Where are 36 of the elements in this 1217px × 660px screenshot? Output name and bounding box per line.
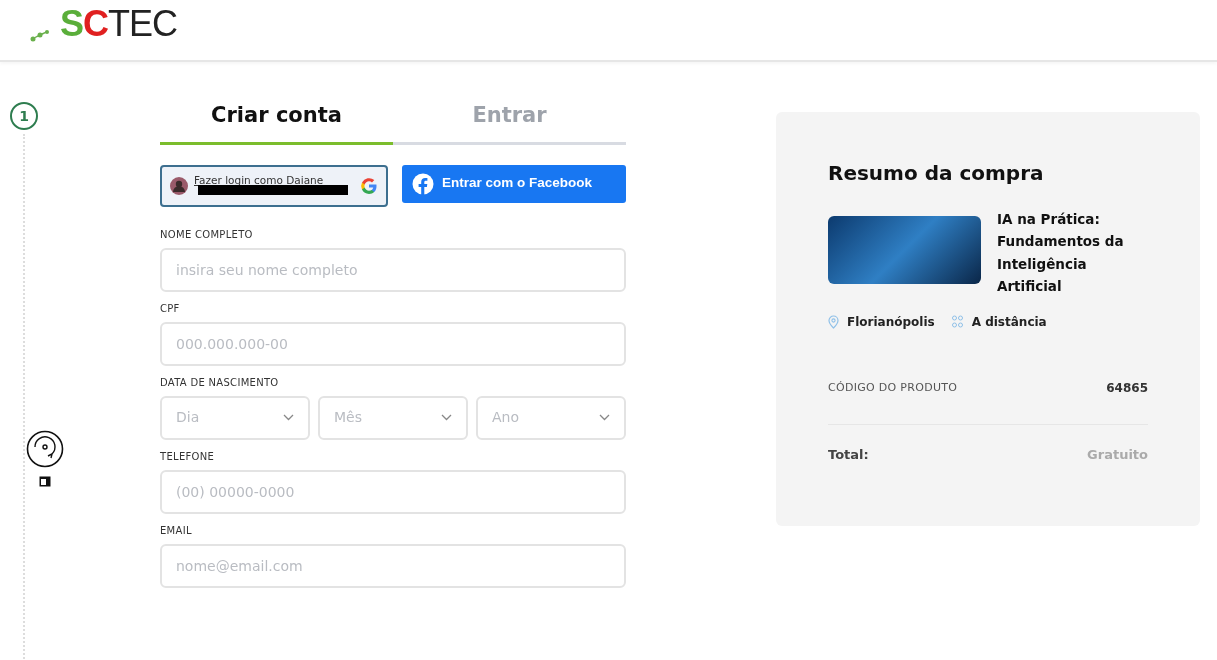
- window-icon[interactable]: [39, 476, 51, 487]
- input-field[interactable]: nome@email.com: [160, 543, 626, 588]
- dropdown[interactable]: Dia: [160, 395, 310, 440]
- rotate-icon[interactable]: [26, 430, 64, 468]
- field-label: DATA DE NASCIMENTO: [160, 375, 280, 390]
- input-field[interactable]: 000.000.000-00: [160, 321, 626, 366]
- chevron-down-icon: [441, 414, 452, 421]
- chevron-down-icon: [283, 414, 294, 421]
- location-text: Florianópolis: [847, 314, 935, 332]
- input-field[interactable]: insira seu nome completo: [160, 247, 626, 292]
- tab[interactable]: Entrar: [393, 100, 626, 145]
- dropdown[interactable]: Mês: [318, 395, 468, 440]
- facebook-login-button[interactable]: Entrar com o Facebook: [402, 164, 626, 203]
- tab[interactable]: Criar conta: [160, 100, 393, 145]
- logo-text: SCTEC: [60, 6, 177, 42]
- google-login-button[interactable]: Fazer login como Daiane: [160, 164, 388, 207]
- modality-text: A distância: [971, 314, 1047, 332]
- total-label: Total:: [828, 446, 869, 465]
- location-pin-icon: [828, 315, 839, 330]
- summary-title: Resumo da compra: [828, 160, 1045, 187]
- product-code-value: 64865: [1106, 380, 1148, 398]
- people-icon: [950, 315, 964, 330]
- chevron-down-icon: [599, 414, 610, 421]
- product-code-label: CÓDIGO DO PRODUTO: [828, 379, 958, 396]
- facebook-logo-icon: [412, 172, 434, 195]
- step-number: 1: [10, 102, 38, 130]
- field-label: CPF: [160, 301, 181, 316]
- google-logo-icon: [360, 176, 378, 195]
- dropdown[interactable]: Ano: [476, 395, 626, 440]
- total-value: Gratuito: [1087, 446, 1148, 465]
- field-label: NOME COMPLETO: [160, 227, 254, 242]
- field-label: EMAIL: [160, 523, 193, 538]
- avatar-icon: [170, 176, 188, 195]
- course-title: IA na Prática: Fundamentos da Inteligência Artificial: [997, 210, 1125, 296]
- input-field[interactable]: (00) 00000-0000: [160, 469, 626, 514]
- field-label: TELEFONE: [160, 449, 216, 464]
